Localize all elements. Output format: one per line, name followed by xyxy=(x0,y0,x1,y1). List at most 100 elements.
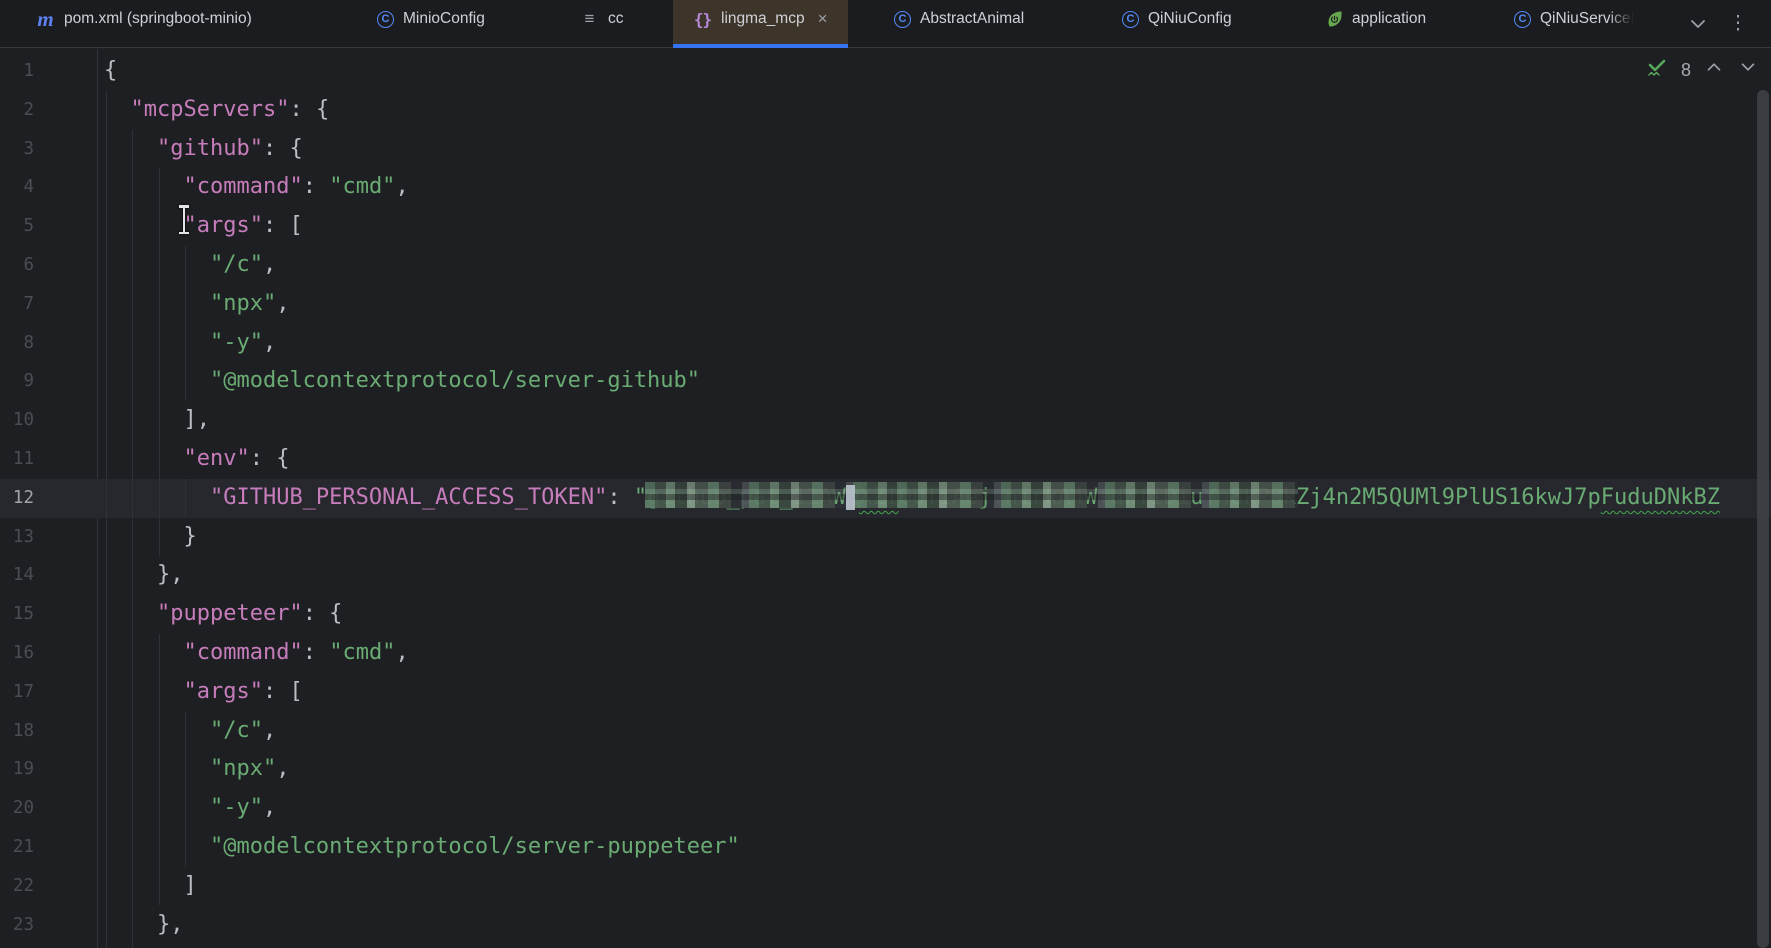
tab-label: QiNiuConfig xyxy=(1148,10,1232,28)
code-line[interactable]: 16 "command": "cmd", xyxy=(0,634,1771,673)
next-problem-icon[interactable] xyxy=(1737,56,1759,84)
code-line[interactable]: 10 ], xyxy=(0,401,1771,440)
code-line[interactable]: 3 "github": { xyxy=(0,130,1771,169)
code-text: "GITHUB_PERSONAL_ACCESS_TOKEN": "github_… xyxy=(104,479,1720,518)
editor-tab-bar: ⋮ m pom.xml (springboot-minio) C MinioConfi… xyxy=(0,0,1771,48)
code-line[interactable]: 8 "-y", xyxy=(0,324,1771,363)
line-number: 14 xyxy=(0,556,34,595)
close-tab-icon[interactable]: × xyxy=(818,9,828,29)
tab-pom-xml[interactable]: m pom.xml (springboot-minio) xyxy=(16,0,272,48)
code-text: }, xyxy=(104,556,183,595)
ide-window: ⋮ m pom.xml (springboot-minio) C MinioConfi… xyxy=(0,0,1771,948)
tab-label: cc xyxy=(608,10,624,28)
inspections-count: 8 xyxy=(1681,60,1691,81)
line-number: 16 xyxy=(0,634,34,673)
code-line[interactable]: 1{ xyxy=(0,52,1771,91)
line-number: 17 xyxy=(0,673,34,712)
line-number: 13 xyxy=(0,518,34,557)
tab-lingma-mcp[interactable]: {} lingma_mcp × xyxy=(673,0,848,48)
code-line[interactable]: 17 "args": [ xyxy=(0,673,1771,712)
indent-guide xyxy=(185,712,186,867)
code-line[interactable]: 21 "@modelcontextprotocol/server-puppete… xyxy=(0,828,1771,867)
tab-abstract-animal[interactable]: CAbstractAnimal xyxy=(874,0,1044,48)
chevron-down-icon[interactable] xyxy=(1686,12,1714,36)
line-number: 8 xyxy=(0,324,34,363)
line-number: 15 xyxy=(0,595,34,634)
class-icon: C xyxy=(894,11,911,28)
line-number: 22 xyxy=(0,867,34,906)
code-line[interactable]: 11 "env": { xyxy=(0,440,1771,479)
tab-label: pom.xml (springboot-minio) xyxy=(64,10,252,28)
line-number: 9 xyxy=(0,362,34,401)
redacted-token: XZI xyxy=(859,479,899,518)
class-icon: C xyxy=(377,11,394,28)
code-text: "github": { xyxy=(104,130,303,169)
code-editor[interactable]: 1{2 "mcpServers": {3 "github": {4 "comma… xyxy=(0,49,1771,948)
indent-guide xyxy=(185,479,186,517)
line-number: 12 xyxy=(0,479,34,518)
code-line[interactable]: 19 "npx", xyxy=(0,750,1771,789)
text-caret xyxy=(846,485,855,510)
code-text: "@modelcontextprotocol/server-puppeteer" xyxy=(104,828,740,867)
redacted-token: github_pat_11AWM xyxy=(647,479,859,518)
code-line[interactable]: 14 }, xyxy=(0,556,1771,595)
line-number: 2 xyxy=(0,91,34,130)
line-number: 5 xyxy=(0,207,34,246)
spring-icon xyxy=(1324,10,1343,29)
code-line[interactable]: 18 "/c", xyxy=(0,712,1771,751)
code-line[interactable]: 2 "mcpServers": { xyxy=(0,91,1771,130)
line-number: 23 xyxy=(0,906,34,945)
vertical-scrollbar[interactable] xyxy=(1757,90,1769,948)
code-text: "puppeteer": { xyxy=(104,595,342,634)
code-line[interactable]: 22 ] xyxy=(0,867,1771,906)
line-number: 6 xyxy=(0,246,34,285)
tab-label: MinioConfig xyxy=(403,10,485,28)
tab-label: lingma_mcp xyxy=(721,10,805,28)
code-text: "/c", xyxy=(104,712,276,751)
class-icon: C xyxy=(1122,11,1139,28)
code-text: }, xyxy=(104,906,183,945)
code-line[interactable]: 12 "GITHUB_PERSONAL_ACCESS_TOKEN": "gith… xyxy=(0,479,1771,518)
line-number: 3 xyxy=(0,130,34,169)
code-line[interactable]: 13 } xyxy=(0,518,1771,557)
code-text: "args": [ xyxy=(104,207,303,246)
code-line[interactable]: 7 "npx", xyxy=(0,285,1771,324)
indent-guide xyxy=(159,168,160,556)
code-line[interactable]: 5 "args": [ xyxy=(0,207,1771,246)
previous-problem-icon[interactable] xyxy=(1703,56,1725,84)
code-line[interactable]: 23 }, xyxy=(0,906,1771,945)
list-icon: ≡ xyxy=(580,10,599,29)
indent-guide xyxy=(159,634,160,905)
code-text: "/c", xyxy=(104,246,276,285)
code-text: "args": [ xyxy=(104,673,303,712)
tab-qiniu-service[interactable]: CQiNiuServiceI xyxy=(1494,0,1655,48)
code-text: } xyxy=(104,518,197,557)
code-lines[interactable]: 1{2 "mcpServers": {3 "github": {4 "comma… xyxy=(0,52,1771,944)
code-line[interactable]: 4 "command": "cmd", xyxy=(0,168,1771,207)
line-number: 7 xyxy=(0,285,34,324)
kebab-menu-icon[interactable]: ⋮ xyxy=(1728,10,1748,38)
line-number: 20 xyxy=(0,789,34,828)
code-line[interactable]: 9 "@modelcontextprotocol/server-github" xyxy=(0,362,1771,401)
inspections-widget[interactable]: 8 xyxy=(1645,55,1759,85)
indent-guide xyxy=(185,246,186,401)
code-text: ], xyxy=(104,401,210,440)
line-number: 10 xyxy=(0,401,34,440)
tab-label: QiNiuServiceI xyxy=(1540,10,1635,28)
tab-cc[interactable]: ≡ cc xyxy=(560,0,644,48)
inspections-ok-icon xyxy=(1645,55,1669,85)
code-text: "-y", xyxy=(104,324,276,363)
tab-application[interactable]: application xyxy=(1304,0,1446,48)
tab-qiniu-config[interactable]: C QiNiuConfig xyxy=(1102,0,1252,48)
code-line[interactable]: 15 "puppeteer": { xyxy=(0,595,1771,634)
json-icon: {} xyxy=(693,10,712,29)
code-line[interactable]: 20 "-y", xyxy=(0,789,1771,828)
code-text: "command": "cmd", xyxy=(104,634,409,673)
code-line[interactable]: 6 "/c", xyxy=(0,246,1771,285)
line-number: 21 xyxy=(0,828,34,867)
maven-icon: m xyxy=(36,10,55,29)
code-text: "command": "cmd", xyxy=(104,168,409,207)
tab-minio-config[interactable]: C MinioConfig xyxy=(357,0,505,48)
line-number: 1 xyxy=(0,52,34,91)
line-number: 18 xyxy=(0,712,34,751)
